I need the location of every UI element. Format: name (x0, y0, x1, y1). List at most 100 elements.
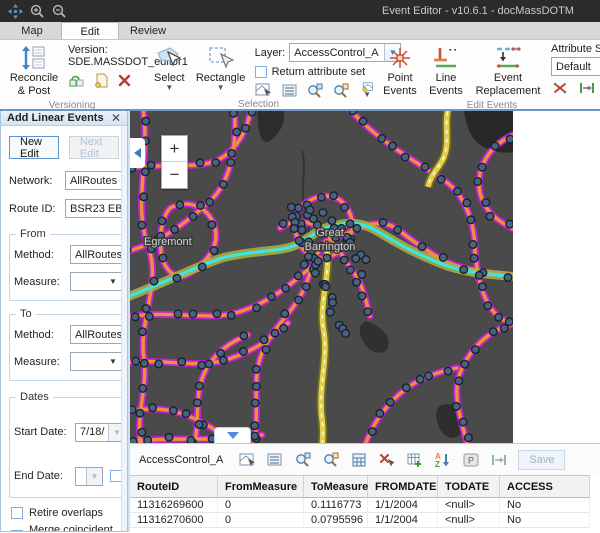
select-features-icon[interactable] (238, 452, 255, 468)
event-point[interactable] (318, 193, 326, 201)
pan-to-selected-icon[interactable] (322, 452, 339, 468)
event-point[interactable] (378, 135, 386, 143)
event-point[interactable] (460, 266, 468, 274)
event-point[interactable] (251, 422, 259, 430)
event-point[interactable] (346, 220, 354, 228)
event-point[interactable] (330, 192, 338, 200)
event-point[interactable] (158, 217, 166, 225)
event-point[interactable] (220, 181, 228, 189)
event-point[interactable] (328, 217, 336, 225)
event-point[interactable] (322, 283, 330, 291)
event-point[interactable] (208, 221, 216, 229)
option-checkbox[interactable] (11, 507, 23, 519)
event-point[interactable] (170, 407, 178, 415)
event-point[interactable] (173, 274, 181, 282)
event-point[interactable] (421, 163, 429, 171)
event-point[interactable] (486, 213, 494, 221)
event-point[interactable] (425, 372, 433, 380)
event-point[interactable] (139, 385, 147, 393)
event-point[interactable] (301, 261, 309, 269)
event-point[interactable] (326, 308, 334, 316)
event-point[interactable] (470, 254, 478, 262)
column-header[interactable]: ToMeasure (304, 475, 368, 498)
column-header[interactable]: FROMDATE (368, 475, 438, 498)
event-point[interactable] (418, 243, 426, 251)
event-point[interactable] (352, 255, 360, 263)
clear-selected-records-icon[interactable] (378, 452, 395, 468)
event-point[interactable] (253, 365, 261, 373)
from-method-select[interactable]: AllRoutes ▼ (70, 245, 128, 264)
event-point[interactable] (140, 193, 148, 201)
event-point[interactable] (142, 305, 150, 313)
delete-version-icon[interactable] (116, 72, 133, 88)
from-unit-select[interactable]: Miles ▼ (126, 272, 128, 291)
event-point[interactable] (295, 296, 303, 304)
map-zoom-out-button[interactable]: − (162, 162, 187, 188)
column-header[interactable]: TODATE (438, 475, 500, 498)
zoom-out-icon[interactable] (50, 3, 68, 19)
event-point[interactable] (394, 226, 402, 234)
event-point[interactable] (484, 302, 492, 310)
tab-map[interactable]: Map (3, 22, 61, 39)
column-header[interactable]: FromMeasure (218, 475, 304, 498)
event-point[interactable] (149, 404, 157, 412)
event-point[interactable] (302, 283, 310, 291)
to-measure-input[interactable]: ▼ (70, 352, 122, 371)
event-point[interactable] (155, 360, 163, 368)
column-header[interactable]: ACCESS (500, 475, 590, 498)
event-point[interactable] (482, 199, 490, 207)
unlock-version-icon[interactable] (68, 72, 85, 88)
event-point[interactable] (150, 277, 158, 285)
event-point[interactable] (358, 271, 366, 279)
event-point[interactable] (295, 204, 303, 212)
event-point[interactable] (227, 312, 235, 320)
event-point[interactable] (196, 382, 204, 390)
return-attribute-set-checkbox[interactable] (255, 66, 267, 78)
map-zoom-in-button[interactable]: + (162, 136, 187, 162)
event-point[interactable] (478, 163, 486, 171)
event-point[interactable] (251, 432, 259, 440)
event-point[interactable] (178, 358, 186, 366)
event-point[interactable] (353, 278, 361, 286)
event-point[interactable] (491, 142, 499, 150)
table-row[interactable]: 1131627060000.07955961/1/2004<null>No (130, 513, 600, 528)
use-route-end-date-checkbox[interactable] (110, 470, 122, 482)
event-point[interactable] (329, 299, 337, 307)
new-edit-button[interactable]: New Edit (9, 136, 59, 159)
event-point[interactable] (253, 383, 261, 391)
event-point[interactable] (281, 310, 289, 318)
event-point[interactable] (141, 168, 149, 176)
event-point[interactable] (212, 159, 220, 167)
event-point[interactable] (187, 437, 195, 443)
event-point[interactable] (251, 399, 259, 407)
event-point[interactable] (141, 360, 149, 368)
split-event-icon[interactable] (551, 80, 568, 96)
event-point[interactable] (197, 202, 205, 210)
rectangle-button[interactable]: Rectangle ▼ (193, 42, 249, 93)
show-selected-records-icon[interactable] (266, 452, 283, 468)
event-point[interactable] (323, 254, 331, 262)
event-point[interactable] (479, 283, 487, 291)
new-version-icon[interactable] (92, 72, 109, 88)
attribute-set-select[interactable]: Default ▼ (551, 57, 600, 76)
event-point[interactable] (347, 266, 355, 274)
event-point[interactable] (176, 201, 184, 209)
event-point[interactable] (198, 361, 206, 369)
event-point[interactable] (341, 204, 349, 212)
event-point[interactable] (401, 153, 409, 161)
event-point[interactable] (379, 219, 387, 227)
add-to-table-icon[interactable] (406, 452, 423, 468)
event-point[interactable] (146, 313, 154, 321)
event-point[interactable] (319, 209, 327, 217)
event-point[interactable] (389, 142, 397, 150)
event-point[interactable] (298, 226, 306, 234)
event-point[interactable] (359, 118, 367, 126)
event-point[interactable] (253, 304, 261, 312)
event-point[interactable] (206, 198, 214, 206)
event-point[interactable] (242, 125, 250, 133)
event-point[interactable] (444, 367, 452, 375)
event-point[interactable] (271, 329, 279, 337)
event-point[interactable] (416, 376, 424, 384)
event-point[interactable] (282, 284, 290, 292)
tab-edit[interactable]: Edit (61, 22, 119, 39)
